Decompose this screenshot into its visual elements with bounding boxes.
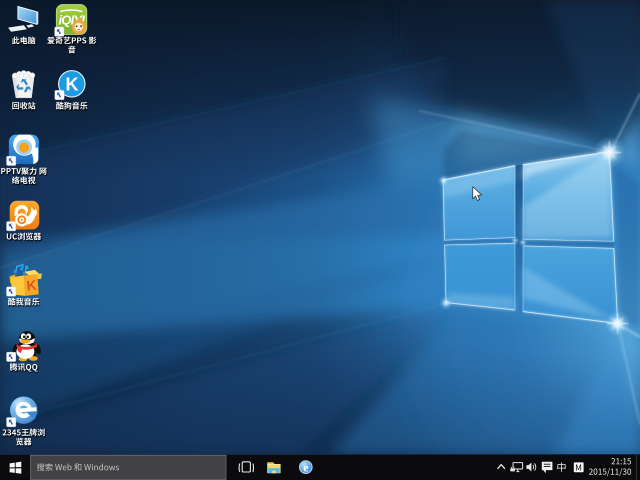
svg-text:e: e	[303, 460, 309, 474]
svg-text:K: K	[66, 74, 79, 94]
svg-text:K: K	[26, 277, 38, 294]
